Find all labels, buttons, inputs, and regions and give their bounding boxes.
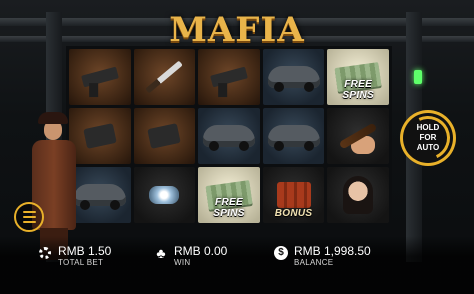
pistol-icon xyxy=(80,66,119,88)
game-title: MAFIA xyxy=(169,10,305,50)
car-icon xyxy=(267,125,320,151)
free-spins-label: FREE SPINS xyxy=(342,79,374,101)
reel-cell-r1c5: FREE SPINS xyxy=(327,49,389,105)
reel-cell-r2c2 xyxy=(133,108,196,164)
win-stat: ♣ RMB 0.00 WIN xyxy=(154,244,227,268)
jewels-icon xyxy=(149,186,180,204)
pistol-icon xyxy=(210,66,248,88)
car-icon xyxy=(267,66,320,92)
reel-cell-r3c4: BONUS xyxy=(262,167,325,223)
total-bet-amount: RMB 1.50 xyxy=(58,244,112,258)
ammo-clip-icon xyxy=(83,123,117,149)
balance-stat: $ RMB 1,998.50 BALANCE xyxy=(274,244,371,268)
reel-cell-r1c3 xyxy=(198,49,260,105)
free-spins-label: FREE SPINS xyxy=(213,197,245,219)
status-light-icon xyxy=(414,70,422,84)
reel-cell-r3c3: FREE SPINS xyxy=(198,167,260,223)
dynamite-bonus-icon xyxy=(276,182,311,208)
total-bet-stat[interactable]: RMB 1.50 TOTAL BET xyxy=(38,244,111,268)
car-icon xyxy=(73,184,126,210)
menu-button[interactable] xyxy=(14,202,44,232)
reel-cell-r2c3 xyxy=(198,108,260,164)
hold-for-auto-spin-button[interactable]: HOLD FOR AUTO xyxy=(399,109,457,167)
hamburger-menu-icon xyxy=(22,211,36,213)
reel-cell-r3c5 xyxy=(327,167,389,223)
reel-cell-r1c4 xyxy=(262,49,325,105)
dollar-coin-icon: $ xyxy=(274,246,288,260)
auto-label-line1: HOLD xyxy=(416,123,440,132)
balance-label: BALANCE xyxy=(294,258,334,267)
knife-icon xyxy=(145,60,184,94)
mobster-hat-icon xyxy=(38,112,68,124)
bonus-label: BONUS xyxy=(274,208,313,219)
reel-cell-r1c2 xyxy=(133,49,196,105)
win-amount: RMB 0.00 xyxy=(174,244,228,258)
club-icon: ♣ xyxy=(156,245,166,261)
reel-cell-r1c1 xyxy=(69,49,131,105)
hamburger-menu-icon-line xyxy=(22,221,36,223)
hamburger-menu-icon-line xyxy=(22,216,36,218)
gear-icon xyxy=(38,246,52,260)
balance-amount: RMB 1,998.50 xyxy=(294,244,371,258)
reel-grid: FREE SPINS FREE SPINS BONUS xyxy=(66,46,392,226)
reel-cell-r2c4 xyxy=(262,108,325,164)
reel-cell-r3c2 xyxy=(133,167,196,223)
auto-label-line3: AUTO xyxy=(416,143,440,152)
woman-icon xyxy=(343,176,374,214)
ammo-clip-icon xyxy=(147,123,182,149)
auto-spin-label: HOLD FOR AUTO xyxy=(417,123,440,153)
auto-label-line2: FOR xyxy=(419,133,437,142)
total-bet-label: TOTAL BET xyxy=(58,258,104,267)
reel-cell-r2c5 xyxy=(327,108,389,164)
car-icon xyxy=(202,125,255,151)
win-label: WIN xyxy=(174,258,191,267)
